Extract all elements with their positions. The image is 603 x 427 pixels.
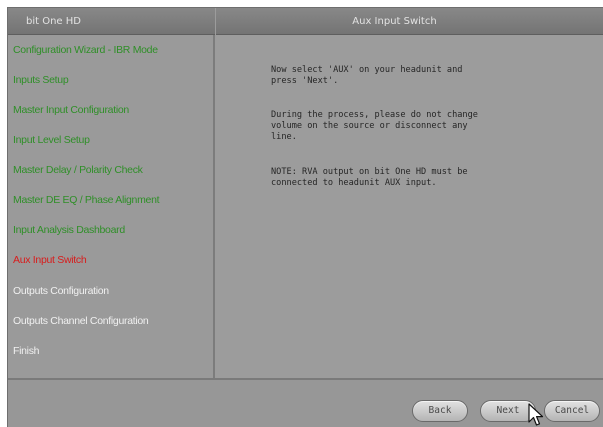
page-title: Aux Input Switch [352,16,437,27]
back-button[interactable]: Back [412,400,468,422]
page-title-bar: Aux Input Switch [216,8,603,35]
instructions-panel: Now select 'AUX' on your headunit and pr… [215,35,603,378]
wizard-steps-sidebar: Configuration Wizard - IBR Mode Inputs S… [8,35,215,378]
instruction-do-not-change-volume: During the process, please do not change… [271,110,478,142]
app-title-bar: bit One HD [8,8,215,35]
sidebar-item-configuration-wizard[interactable]: Configuration Wizard - IBR Mode [13,44,158,56]
sidebar-item-aux-input-switch[interactable]: Aux Input Switch [13,254,87,266]
instruction-note-rva-output: NOTE: RVA output on bit One HD must be c… [271,167,468,188]
sidebar-item-inputs-setup[interactable]: Inputs Setup [13,74,69,86]
sidebar-item-master-delay-polarity[interactable]: Master Delay / Polarity Check [13,164,143,176]
sidebar-item-finish[interactable]: Finish [13,345,40,357]
mouse-pointer-icon [528,403,544,426]
sidebar-item-outputs-channel-configuration[interactable]: Outputs Channel Configuration [13,315,149,327]
instruction-select-aux: Now select 'AUX' on your headunit and pr… [271,65,463,86]
sidebar-item-input-analysis-dashboard[interactable]: Input Analysis Dashboard [13,224,125,236]
cancel-button[interactable]: Cancel [544,400,600,422]
wizard-footer: Back Next Cancel [8,378,603,427]
app-title: bit One HD [26,16,81,27]
sidebar-item-master-input-configuration[interactable]: Master Input Configuration [13,104,129,116]
sidebar-item-outputs-configuration[interactable]: Outputs Configuration [13,285,109,297]
sidebar-item-master-eq-phase[interactable]: Master DE EQ / Phase Alignment [13,194,160,206]
sidebar-item-input-level-setup[interactable]: Input Level Setup [13,134,90,146]
wizard-window: bit One HD Aux Input Switch Configuratio… [7,7,603,427]
